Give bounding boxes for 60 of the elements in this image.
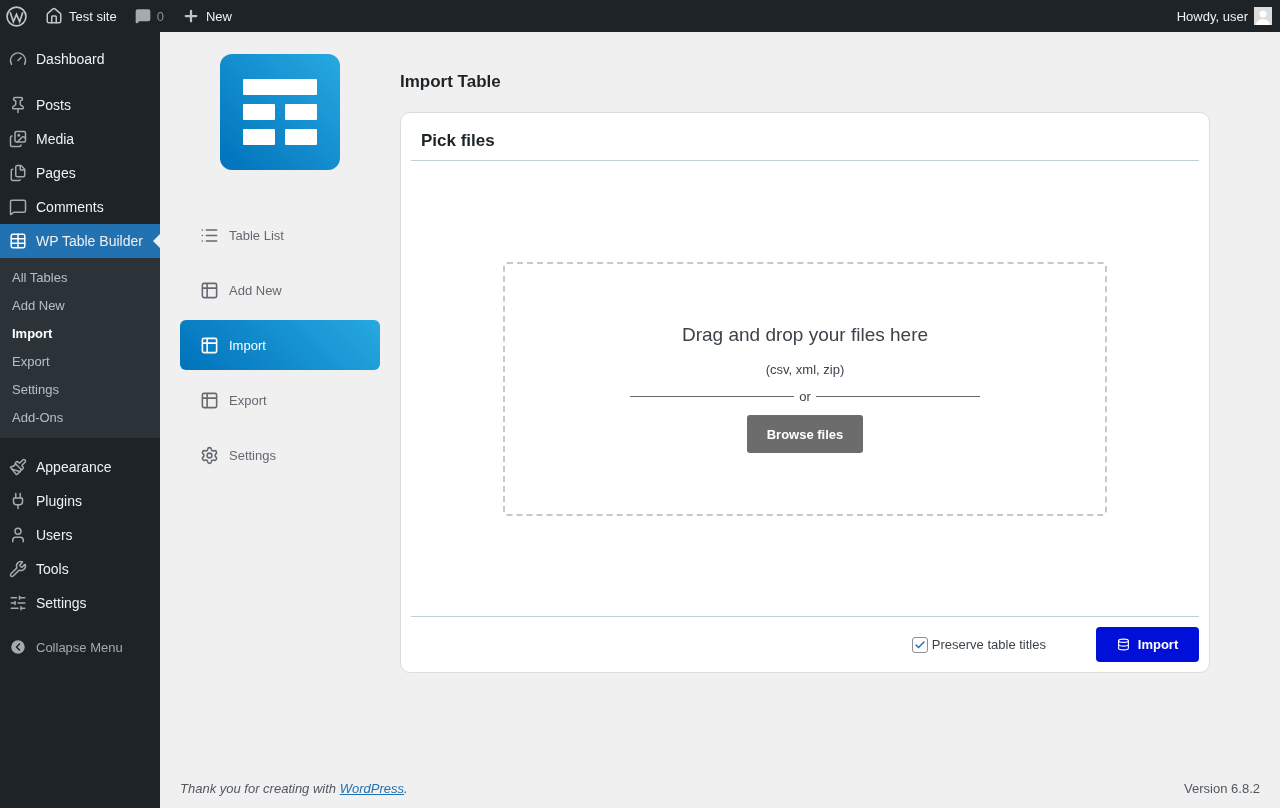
home-icon	[45, 7, 63, 25]
card-heading: Pick files	[411, 113, 1199, 161]
comments-link[interactable]: 0	[134, 8, 164, 24]
sidebar-item[interactable]: Plugins	[0, 484, 160, 518]
media-icon	[9, 130, 27, 148]
pin-icon	[9, 96, 27, 114]
sidebar-item[interactable]: Media	[0, 122, 160, 156]
avatar-icon	[1254, 7, 1272, 25]
preserve-titles-checkbox[interactable]: Preserve table titles	[911, 636, 1046, 653]
checkbox[interactable]	[911, 636, 928, 653]
drop-zone[interactable]: Drag and drop your files here (csv, xml, zip) or Browse files	[503, 261, 1107, 516]
table-logo-icon	[242, 77, 318, 147]
plugin-nav-item[interactable]: Export	[180, 375, 380, 425]
file-types-hint: (csv, xml, zip)	[765, 362, 845, 377]
or-separator: or	[799, 389, 811, 404]
table-icon	[9, 232, 27, 250]
wrench-icon	[9, 560, 27, 578]
sidebar-item[interactable]: Settings	[0, 586, 160, 620]
sidebar-item[interactable]: Posts	[0, 88, 160, 122]
gauge-icon	[9, 50, 27, 68]
checkbox-label: Preserve table titles	[931, 637, 1046, 652]
import-button[interactable]: Import	[1096, 627, 1199, 662]
pages-icon	[9, 164, 27, 182]
submenu-item[interactable]: Settings	[0, 375, 160, 403]
page-title: Import Table	[400, 72, 502, 92]
comment-icon	[9, 198, 27, 216]
collapse-icon	[9, 638, 27, 656]
plugin-nav-item[interactable]: Table List	[180, 210, 380, 260]
user-icon	[9, 526, 27, 544]
account-link[interactable]: Howdy, user	[1176, 7, 1272, 25]
submenu-item[interactable]: Add-Ons	[0, 403, 160, 431]
comment-icon	[134, 8, 151, 24]
submenu-item[interactable]: Add New	[0, 291, 160, 319]
sidebar-item[interactable]: Users	[0, 518, 160, 552]
submenu-item[interactable]: Export	[0, 347, 160, 375]
wordpress-link[interactable]: WordPress	[339, 781, 404, 796]
collapse-menu-button[interactable]: Collapse Menu	[0, 632, 160, 662]
sidebar-item[interactable]: Dashboard	[0, 42, 160, 76]
new-link[interactable]: New	[181, 7, 232, 25]
sidebar-item[interactable]: Comments	[0, 190, 160, 224]
current-page-pointer	[153, 234, 160, 248]
submenu-item[interactable]: All Tables	[0, 263, 160, 291]
plugin-nav-item[interactable]: Add New	[180, 265, 380, 315]
version-text: Version 6.8.2	[1184, 781, 1260, 796]
settings-icon	[200, 445, 219, 465]
sidebar-item[interactable]: Pages	[0, 156, 160, 190]
plugin-nav-item[interactable]: Import	[180, 320, 380, 370]
sidebar-item[interactable]: Tools	[0, 552, 160, 586]
plugin-nav-item[interactable]: Settings	[180, 430, 380, 480]
checkmark-icon	[913, 638, 926, 651]
site-link[interactable]: Test site	[45, 7, 117, 25]
footer-thanks-text: Thank you for creating with WordPress.	[180, 781, 408, 796]
sidebar-item[interactable]: Appearance	[0, 450, 160, 484]
paintbrush-icon	[9, 458, 27, 476]
sidebar-item[interactable]: WP Table Builder	[0, 224, 160, 258]
sliders-icon	[9, 594, 27, 612]
submenu-item[interactable]: Import	[0, 319, 160, 347]
drop-zone-title: Drag and drop your files here	[681, 324, 929, 346]
browse-files-button[interactable]: Browse files	[747, 415, 863, 453]
database-icon	[1116, 638, 1130, 651]
